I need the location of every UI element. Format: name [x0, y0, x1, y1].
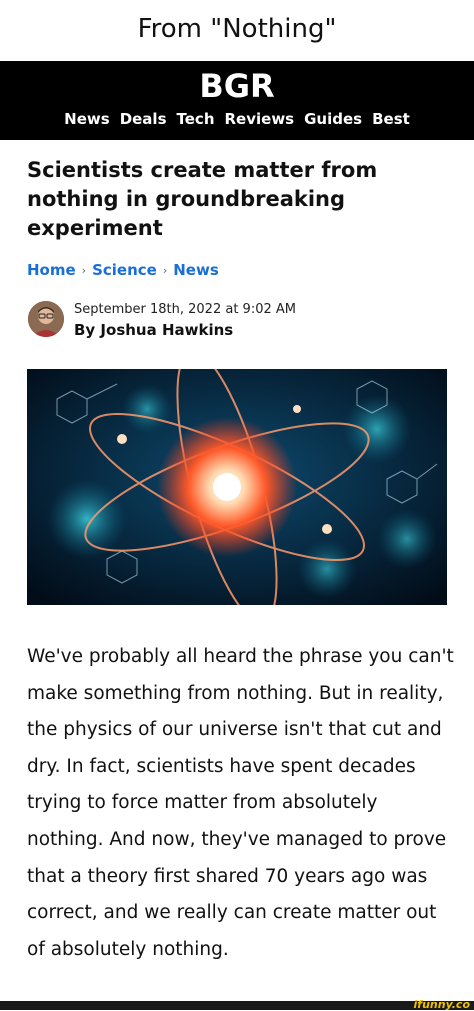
ifunny-watermark: ifunny.co: [413, 998, 470, 1011]
nav-tech[interactable]: Tech: [177, 110, 215, 128]
breadcrumb: Home › Science › News: [27, 261, 219, 279]
nav-best[interactable]: Best: [372, 110, 410, 128]
article-body: We've probably all heard the phrase you …: [27, 646, 454, 960]
bgr-logo[interactable]: BGR: [0, 67, 474, 105]
atom-illustration: [27, 350, 447, 624]
site-header: BGR News Deals Tech Reviews Guides Best: [0, 61, 474, 140]
meme-caption: From "Nothing": [137, 14, 337, 44]
chevron-right-icon: ›: [162, 263, 168, 277]
nav-reviews[interactable]: Reviews: [225, 110, 295, 128]
breadcrumb-science[interactable]: Science: [92, 261, 157, 279]
chevron-right-icon: ›: [81, 263, 87, 277]
nav-news[interactable]: News: [64, 110, 110, 128]
author-avatar[interactable]: [28, 301, 64, 337]
breadcrumb-news[interactable]: News: [173, 261, 219, 279]
nav-deals[interactable]: Deals: [120, 110, 167, 128]
hero-image: [27, 350, 447, 624]
author-byline[interactable]: By Joshua Hawkins: [74, 321, 233, 339]
breadcrumb-home[interactable]: Home: [27, 261, 76, 279]
publish-date: September 18th, 2022 at 9:02 AM: [74, 302, 296, 317]
nav-guides[interactable]: Guides: [304, 110, 362, 128]
author-photo: [28, 301, 64, 337]
bottom-strip: [0, 1001, 474, 1010]
article-headline: Scientists create matter from nothing in…: [27, 158, 378, 240]
main-nav: News Deals Tech Reviews Guides Best: [0, 110, 474, 128]
